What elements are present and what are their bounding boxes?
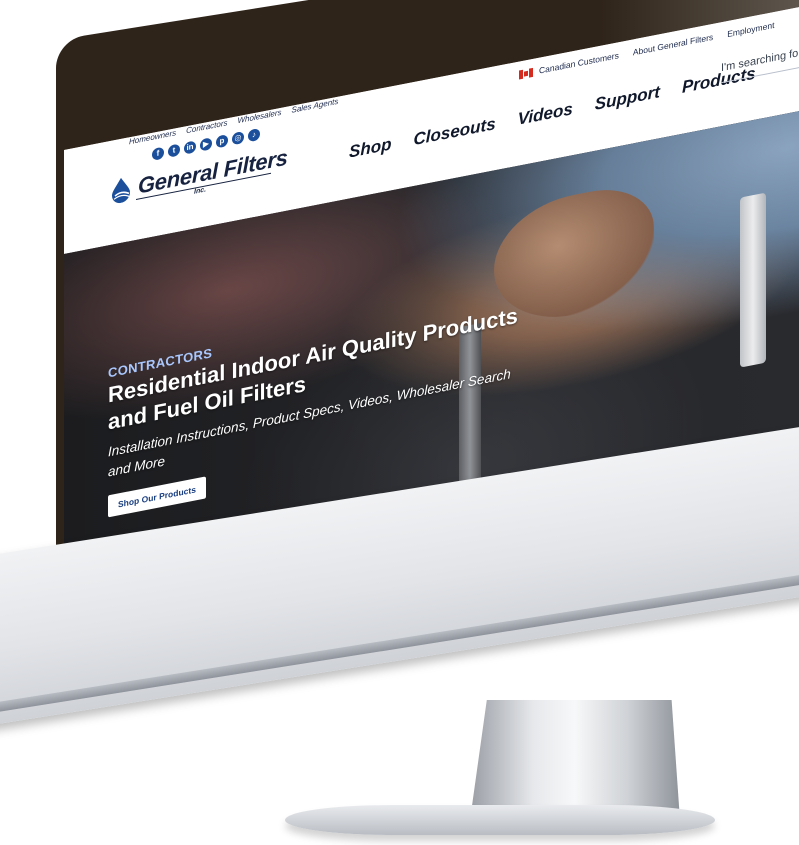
monitor: Homeowners Contractors Wholesalers Sales… bbox=[0, 0, 799, 845]
nav-videos[interactable]: Videos bbox=[518, 99, 573, 130]
logo-inc: Inc. bbox=[194, 186, 207, 196]
monitor-mockup: Homeowners Contractors Wholesalers Sales… bbox=[0, 0, 799, 845]
facebook-icon[interactable]: f bbox=[152, 146, 164, 161]
instagram-icon[interactable]: ◎ bbox=[232, 131, 244, 146]
tiktok-icon[interactable]: ♪ bbox=[248, 127, 260, 143]
twitter-icon[interactable]: t bbox=[168, 143, 180, 158]
water-drop-logo-icon bbox=[112, 177, 130, 204]
nav-support[interactable]: Support bbox=[595, 82, 660, 115]
employment-link[interactable]: Employment bbox=[727, 20, 774, 39]
canada-flag-icon bbox=[519, 68, 533, 80]
nav-closeouts[interactable]: Closeouts bbox=[414, 114, 496, 150]
search-input[interactable]: I'm searching for bbox=[721, 31, 799, 84]
monitor-stand-neck bbox=[470, 700, 680, 820]
youtube-icon[interactable]: ▶ bbox=[200, 137, 212, 152]
monitor-stand-foot bbox=[285, 805, 715, 835]
nav-shop[interactable]: Shop bbox=[349, 134, 392, 162]
pinterest-icon[interactable]: p bbox=[216, 134, 228, 149]
linkedin-icon[interactable]: in bbox=[184, 140, 196, 155]
